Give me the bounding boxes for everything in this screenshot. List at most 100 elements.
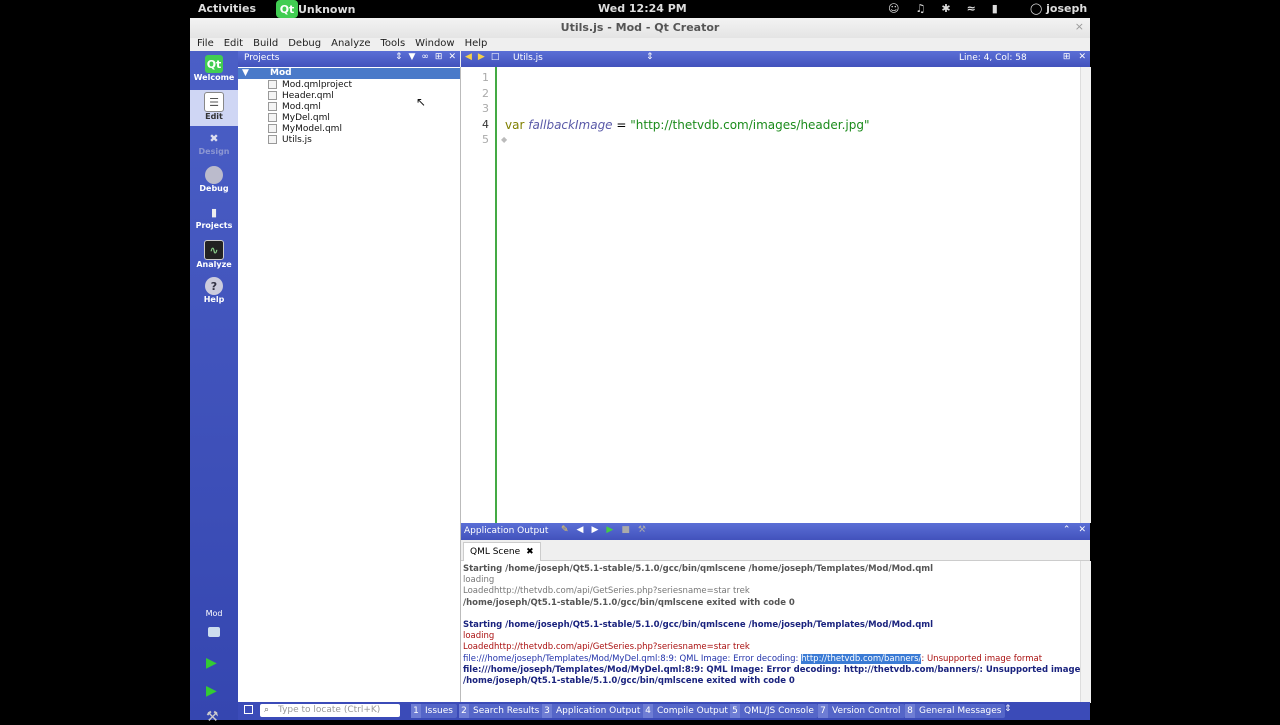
code-identifier: fallbackImage xyxy=(528,118,613,132)
activities-button[interactable]: Activities xyxy=(198,2,256,15)
battery-icon[interactable]: ▮ xyxy=(992,2,998,15)
mode-welcome[interactable]: Qt Welcome xyxy=(190,53,238,89)
menu-window[interactable]: Window xyxy=(412,38,457,52)
pane-button-compile-output[interactable]: 4 Compile Output xyxy=(643,704,732,718)
file-icon xyxy=(268,113,277,122)
output-line: Starting /home/joseph/Qt5.1-stable/5.1.0… xyxy=(463,620,934,630)
pane-number: 4 xyxy=(643,704,653,718)
pane-button-general-messages[interactable]: 8 General Messages xyxy=(905,704,1006,718)
mode-selector: Qt Welcome ☰ Edit ✖ Design Debug ▮ Proje… xyxy=(190,51,238,725)
pane-button-version-control[interactable]: 7 Version Control xyxy=(818,704,905,718)
open-documents-combo[interactable]: Utils.js xyxy=(513,53,543,63)
volume-icon[interactable]: ♫ xyxy=(915,2,925,15)
attach-debugger-icon[interactable]: ⚒ xyxy=(638,525,646,535)
rerun-icon[interactable]: ▶ xyxy=(606,525,613,535)
file-label: Header.qml xyxy=(282,90,334,101)
bluetooth-icon[interactable]: ✱ xyxy=(941,2,950,15)
file-item[interactable]: Header.qml xyxy=(268,90,334,101)
combo-arrows-icon[interactable]: ⇕ xyxy=(646,52,654,62)
file-item[interactable]: MyModel.qml xyxy=(268,123,342,134)
combo-arrows-icon[interactable]: ⇕ xyxy=(395,52,403,62)
pane-number: 8 xyxy=(905,704,915,718)
clock[interactable]: Wed 12:24 PM xyxy=(598,2,687,15)
projects-view-selector[interactable]: Projects xyxy=(244,53,279,63)
collapse-arrow-icon[interactable]: ▼ xyxy=(242,68,249,78)
next-item-icon[interactable]: ▶ xyxy=(591,525,598,535)
mode-projects[interactable]: ▮ Projects xyxy=(190,201,238,237)
mode-design[interactable]: ✖ Design xyxy=(190,127,238,163)
debug-run-icon[interactable]: ▶ xyxy=(206,683,217,699)
fold-marker-icon[interactable]: ◆ xyxy=(501,135,507,144)
mode-edit[interactable]: ☰ Edit xyxy=(190,90,238,126)
split-icon[interactable]: ⊞ xyxy=(1063,52,1071,62)
file-label: MyModel.qml xyxy=(282,123,342,134)
filter-icon[interactable]: ▼ xyxy=(408,52,415,62)
run-icon[interactable]: ▶ xyxy=(206,655,217,671)
pane-button-issues[interactable]: 1 Issues xyxy=(411,704,457,718)
selected-url[interactable]: http://thetvdb.com/banners/ xyxy=(801,654,922,664)
code-editor[interactable]: var fallbackImage = "http://thetvdb.com/… xyxy=(497,67,1080,523)
project-root-item[interactable]: ▼ Mod xyxy=(238,68,460,79)
status-bar: ⌕ Type to locate (Ctrl+K) 1 Issues 2 Searc… xyxy=(238,702,1090,720)
file-icon xyxy=(268,135,277,144)
close-pane-icon[interactable]: ✕ xyxy=(448,52,456,62)
pane-button-qml-console[interactable]: 5 QML/JS Console xyxy=(730,704,818,718)
close-pane-icon[interactable]: ✕ xyxy=(1078,525,1086,535)
output-line: loading xyxy=(463,575,495,585)
reattach-icon[interactable]: ✎ xyxy=(561,525,569,535)
line-number: 2 xyxy=(482,87,489,100)
toggle-sidebar-icon[interactable] xyxy=(244,705,253,714)
more-panes-icon[interactable]: ⇕ xyxy=(1004,704,1012,714)
file-item[interactable]: Mod.qmlproject xyxy=(268,79,352,90)
system-tray[interactable]: ☺ ♫ ✱ ≈ ▮ xyxy=(888,2,998,15)
locator-input[interactable]: ⌕ Type to locate (Ctrl+K) xyxy=(260,704,400,717)
maximize-pane-icon[interactable]: ⌃ xyxy=(1063,525,1071,535)
file-icon xyxy=(268,91,277,100)
go-forward-icon[interactable]: ▶ xyxy=(478,52,485,62)
mode-debug[interactable]: Debug xyxy=(190,164,238,200)
editor-scrollbar[interactable] xyxy=(1080,67,1091,523)
menu-debug[interactable]: Debug xyxy=(285,38,324,52)
menu-file[interactable]: File xyxy=(194,38,217,52)
link-icon[interactable]: ∞ xyxy=(421,52,429,62)
close-window-icon[interactable]: × xyxy=(1075,20,1084,33)
qt-logo-icon: Qt xyxy=(276,0,298,18)
build-hammer-icon[interactable]: ⚒ xyxy=(206,709,219,725)
file-icon xyxy=(268,80,277,89)
menu-build[interactable]: Build xyxy=(250,38,281,52)
stop-icon[interactable]: ■ xyxy=(621,525,630,535)
close-tab-icon[interactable]: ✖ xyxy=(526,547,534,557)
accessibility-icon[interactable]: ☺ xyxy=(888,2,899,15)
output-line: /home/joseph/Qt5.1-stable/5.1.0/gcc/bin/… xyxy=(463,598,795,608)
pane-button-search-results[interactable]: 2 Search Results xyxy=(459,704,544,718)
cursor-position[interactable]: Line: 4, Col: 58 xyxy=(959,53,1027,63)
kit-selector-icon[interactable] xyxy=(208,627,220,637)
wifi-icon[interactable]: ≈ xyxy=(967,2,976,15)
mode-help[interactable]: ? Help xyxy=(190,275,238,311)
menu-help[interactable]: Help xyxy=(462,38,491,52)
output-scrollbar[interactable] xyxy=(1080,561,1091,703)
output-line: Loadedhttp://thetvdb.com/api/GetSeries.p… xyxy=(463,642,750,652)
file-item[interactable]: Mod.qml xyxy=(268,101,321,112)
mode-analyze[interactable]: ∿ Analyze xyxy=(190,238,238,274)
design-tools-icon: ✖ xyxy=(209,131,219,145)
file-item[interactable]: Utils.js xyxy=(268,134,312,145)
menu-analyze[interactable]: Analyze xyxy=(328,38,373,52)
tab-qml-scene[interactable]: QML Scene ✖ xyxy=(463,542,541,561)
output-line: Starting /home/joseph/Qt5.1-stable/5.1.0… xyxy=(463,564,934,574)
application-output-text[interactable]: Starting /home/joseph/Qt5.1-stable/5.1.0… xyxy=(461,561,1080,703)
user-menu[interactable]: ◯ joseph xyxy=(1030,2,1087,15)
go-back-icon[interactable]: ◀ xyxy=(465,52,472,62)
close-document-icon[interactable]: ✕ xyxy=(1078,52,1086,62)
pane-number: 3 xyxy=(542,704,552,718)
prev-item-icon[interactable]: ◀ xyxy=(577,525,584,535)
pane-button-application-output[interactable]: 3 Application Output xyxy=(542,704,645,718)
file-item[interactable]: MyDel.qml xyxy=(268,112,330,123)
menu-edit[interactable]: Edit xyxy=(221,38,246,52)
pane-number: 2 xyxy=(459,704,469,718)
qt-creator-window: Utils.js - Mod - Qt Creator × File Edit … xyxy=(190,18,1091,725)
app-menu[interactable]: Qt Unknown xyxy=(276,0,355,18)
menu-tools[interactable]: Tools xyxy=(378,38,409,52)
window-titlebar[interactable]: Utils.js - Mod - Qt Creator × xyxy=(190,18,1090,39)
split-icon[interactable]: ⊞ xyxy=(435,52,443,62)
